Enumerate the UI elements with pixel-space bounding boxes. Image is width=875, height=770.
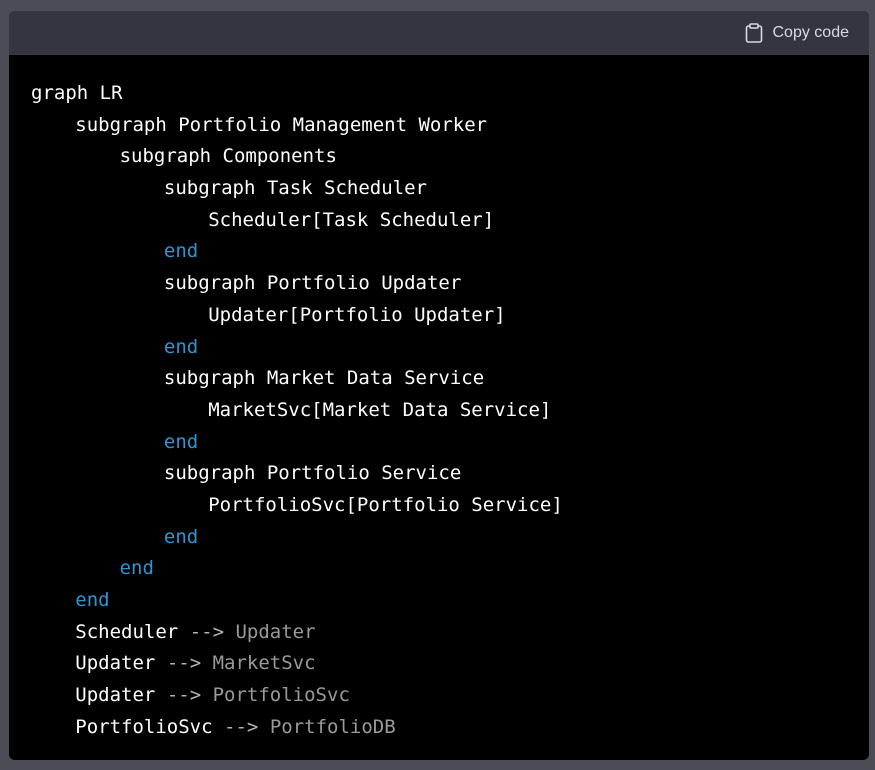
edge-arrow: -->	[224, 715, 259, 738]
code-text: subgraph Portfolio Service	[163, 462, 462, 485]
code-line: end	[31, 236, 563, 268]
code-line: PortfolioSvc --> PortfolioDB	[31, 712, 563, 744]
code-header: Copy code	[9, 11, 869, 55]
edge-target: PortfolioDB	[269, 715, 396, 738]
code-text: subgraph Portfolio Updater	[163, 272, 462, 295]
edge-arrow: -->	[189, 620, 225, 643]
code-line: subgraph Task Scheduler	[31, 173, 563, 205]
code-line: end	[31, 332, 563, 364]
code-line: Scheduler[Task Scheduler]	[31, 205, 563, 237]
page-background: Copy code graph LR subgraph Portfolio Man…	[0, 0, 875, 770]
edge-target: Updater	[235, 620, 316, 643]
code-content: graph LR subgraph Portfolio Management Wo…	[31, 78, 563, 743]
code-text: Updater[Portfolio Updater]	[208, 303, 506, 326]
code-line: PortfolioSvc[Portfolio Service]	[31, 490, 563, 522]
code-line: Updater --> MarketSvc	[31, 648, 563, 680]
code-line: subgraph Portfolio Service	[31, 458, 563, 490]
code-text: subgraph Task Scheduler	[163, 177, 427, 200]
end-keyword: end	[163, 430, 199, 453]
code-text: subgraph Market Data Service	[163, 367, 485, 390]
copy-code-button[interactable]: Copy code	[745, 22, 850, 44]
edge-arrow: -->	[166, 652, 202, 675]
clipboard-icon	[745, 23, 763, 43]
code-line: subgraph Components	[31, 141, 563, 173]
edge-target: PortfolioSvc	[212, 684, 350, 707]
code-text: subgraph Components	[119, 145, 337, 168]
end-keyword: end	[163, 335, 199, 358]
code-line: Updater[Portfolio Updater]	[31, 300, 563, 332]
code-line: end	[31, 585, 563, 617]
code-line: end	[31, 427, 563, 459]
code-line: MarketSvc[Market Data Service]	[31, 395, 563, 427]
copy-code-label: Copy code	[772, 24, 850, 41]
code-block: Copy code graph LR subgraph Portfolio Man…	[9, 11, 869, 760]
end-keyword: end	[163, 240, 199, 263]
code-line: end	[31, 553, 563, 585]
edge-source: Scheduler	[75, 620, 179, 643]
end-keyword: end	[75, 589, 110, 611]
end-keyword: end	[163, 525, 199, 548]
edge-source: PortfolioSvc	[75, 715, 213, 738]
code-line: Updater --> PortfolioSvc	[31, 680, 563, 712]
edge-target: MarketSvc	[212, 652, 316, 675]
code-text: PortfolioSvc[Portfolio Service]	[208, 493, 563, 516]
edge-source: Updater	[75, 684, 156, 707]
edge-source: Updater	[75, 652, 156, 675]
code-line: Scheduler --> Updater	[31, 617, 563, 649]
code-text: Scheduler[Task Scheduler]	[208, 208, 495, 231]
code-text: graph LR	[31, 82, 123, 104]
code-line: subgraph Market Data Service	[31, 363, 563, 395]
code-line: graph LR	[31, 78, 563, 110]
code-line: end	[31, 522, 563, 554]
edge-arrow: -->	[166, 684, 202, 707]
end-keyword: end	[119, 557, 154, 580]
code-text: subgraph Portfolio Management Worker	[75, 113, 488, 136]
code-text: MarketSvc[Market Data Service]	[208, 398, 552, 421]
code-line: subgraph Portfolio Updater	[31, 268, 563, 300]
code-line: subgraph Portfolio Management Worker	[31, 110, 563, 142]
